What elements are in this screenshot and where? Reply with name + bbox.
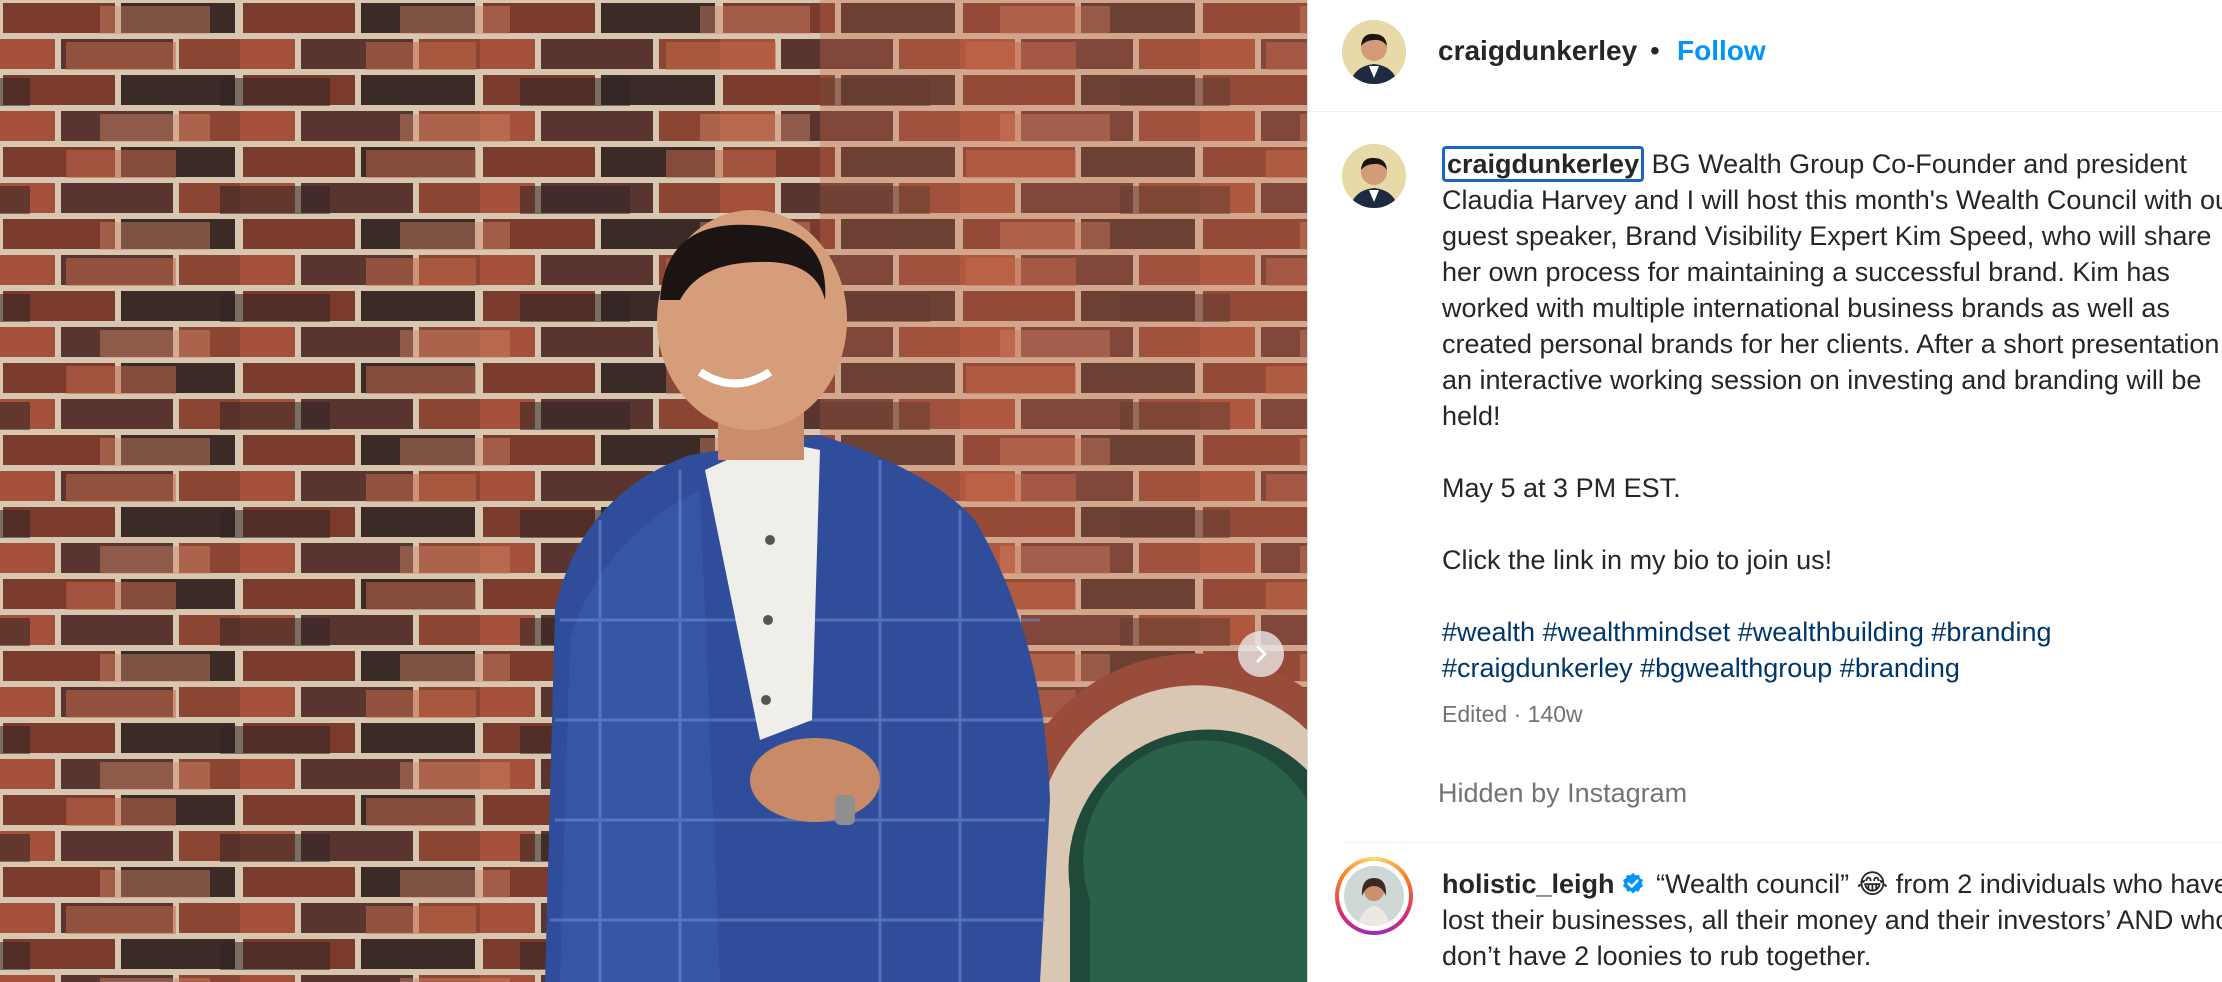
verified-badge-icon [1622,873,1643,894]
hashtag-link[interactable]: #craigdunkerley [1442,653,1633,683]
hidden-comments-notice[interactable]: Hidden by Instagram [1438,777,1687,809]
follow-button[interactable]: Follow [1677,34,1766,68]
post-header: craigdunkerley • Follow [1308,0,2222,112]
hashtag-list: #wealth #wealthmindset #wealthbuilding #… [1442,614,2222,686]
hashtag-link[interactable]: #branding [1840,653,1960,683]
chevron-right-icon [1256,645,1267,663]
hashtag-link[interactable]: #wealthmindset [1543,617,1731,647]
hashtag-link[interactable]: #branding [1931,617,2051,647]
caption-body: BG Wealth Group Co-Founder and president… [1442,149,2222,575]
author-avatar-image [1342,20,1406,84]
story-ring[interactable] [1335,857,1413,935]
separator-dot: • [1650,35,1660,66]
commenter-username[interactable]: holistic_leigh [1442,869,1615,899]
commenter-avatar[interactable] [1344,866,1404,926]
hashtag-link[interactable]: #wealthbuilding [1738,617,1924,647]
caption-avatar-image [1342,144,1406,208]
caption-text-block: craigdunkerley BG Wealth Group Co-Founde… [1442,146,2222,578]
section-divider [1342,842,2222,843]
post-meta-edited-time: Edited · 140w [1442,701,1583,727]
brick-wall-portrait-image [0,0,1307,982]
author-username[interactable]: craigdunkerley [1438,34,1637,68]
instagram-post-viewer: craigdunkerley • Follow craigdunkerley B… [0,0,2222,982]
story-ring-inner [1339,861,1409,931]
hashtag-link[interactable]: #bgwealthgroup [1640,653,1832,683]
author-avatar[interactable] [1342,20,1406,84]
carousel-next-button[interactable] [1238,631,1284,677]
caption-author-avatar[interactable] [1342,144,1406,208]
post-details-panel: craigdunkerley • Follow craigdunkerley B… [1307,0,2222,982]
post-photo[interactable] [0,0,1307,982]
caption-username-link[interactable]: craigdunkerley [1442,146,1645,182]
comment-text-block: holistic_leigh “Wealth council” 😂 from 2… [1442,866,2222,974]
hashtag-link[interactable]: #wealth [1442,617,1535,647]
commenter-avatar-image [1344,866,1404,926]
